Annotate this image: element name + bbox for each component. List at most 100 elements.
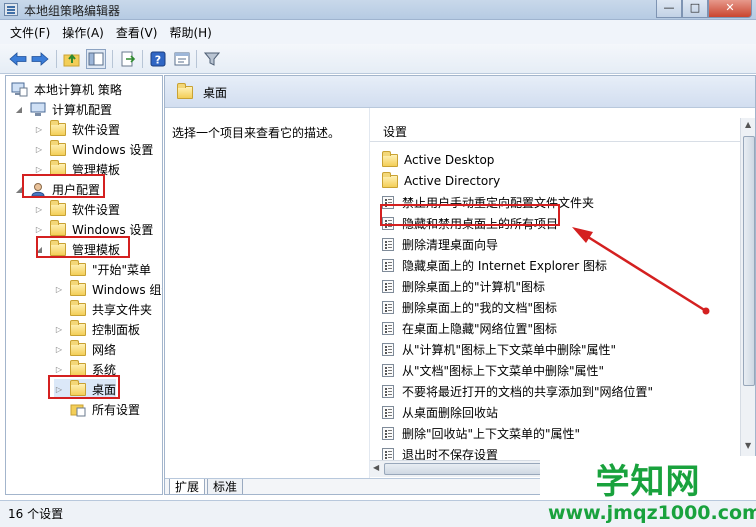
- maximize-button[interactable]: □: [682, 0, 708, 18]
- toolbar-separator: [112, 50, 113, 68]
- policy-item[interactable]: 删除清理桌面向导: [382, 234, 498, 254]
- export-list-icon: [121, 51, 136, 67]
- minimize-button[interactable]: —: [656, 0, 682, 18]
- folder-icon: [50, 119, 66, 136]
- highlight-box-desktop: [48, 375, 120, 399]
- help-button[interactable]: ?: [148, 49, 168, 69]
- filter-button[interactable]: [202, 49, 222, 69]
- tree-item-computer-config[interactable]: ◢ 计算机配置: [14, 99, 112, 119]
- policy-item[interactable]: 不要将最近打开的文档的共享添加到"网络位置": [382, 381, 653, 401]
- tree-label: 软件设置: [72, 122, 121, 137]
- policy-item[interactable]: 从"文档"图标上下文菜单中删除"属性": [382, 360, 604, 380]
- tree-item-control-panel[interactable]: ▷ 控制面板: [54, 319, 140, 339]
- folder-icon: [50, 139, 66, 156]
- policy-item[interactable]: 删除"回收站"上下文菜单的"属性": [382, 423, 580, 443]
- forward-arrow-icon: [31, 52, 49, 66]
- folder-icon: [70, 299, 86, 316]
- expand-arrow-icon[interactable]: ▷: [34, 224, 44, 234]
- tab-standard[interactable]: 标准: [207, 479, 244, 494]
- scroll-thumb[interactable]: [743, 136, 755, 386]
- policy-label: 删除桌面上的"计算机"图标: [402, 279, 546, 294]
- properties-icon: [174, 52, 190, 66]
- tree-item-windows-components[interactable]: ▷ Windows 组件: [54, 279, 162, 299]
- menu-help[interactable]: 帮助(H): [169, 24, 211, 41]
- tree-item-cc-software[interactable]: ▷ 软件设置: [34, 119, 120, 139]
- properties-button[interactable]: [172, 49, 192, 69]
- policy-label: 从"文档"图标上下文菜单中删除"属性": [402, 363, 605, 378]
- policy-setting-icon: [382, 363, 394, 377]
- toolbar-separator: [196, 50, 197, 68]
- settings-folder-item[interactable]: Active Desktop: [382, 150, 494, 170]
- watermark-text: 学知网: [595, 461, 701, 502]
- menu-file[interactable]: 文件(F): [10, 24, 50, 41]
- scroll-down-icon[interactable]: ▼: [745, 441, 751, 450]
- help-icon: ?: [150, 51, 166, 67]
- policy-item[interactable]: 在桌面上隐藏"网络位置"图标: [382, 318, 557, 338]
- tree-label: 所有设置: [92, 402, 141, 417]
- menu-action[interactable]: 操作(A): [62, 24, 104, 41]
- policy-setting-icon: [382, 300, 394, 314]
- expand-arrow-icon[interactable]: ▷: [54, 284, 64, 294]
- policy-item[interactable]: 从桌面删除回收站: [382, 402, 498, 422]
- menu-view[interactable]: 查看(V): [116, 24, 158, 41]
- description-area: 选择一个项目来查看它的描述。: [165, 108, 369, 478]
- svg-text:?: ?: [155, 54, 161, 67]
- scroll-up-icon[interactable]: ▲: [745, 120, 751, 129]
- back-arrow-icon: [9, 52, 27, 66]
- details-title: 桌面: [203, 86, 228, 100]
- tree-item-shared-folders[interactable]: 共享文件夹: [54, 299, 152, 319]
- policy-item[interactable]: 删除桌面上的"我的文档"图标: [382, 297, 557, 317]
- window-controls: — □ ✕: [656, 0, 752, 18]
- policy-item[interactable]: 从"计算机"图标上下文菜单中删除"属性": [382, 339, 616, 359]
- expand-arrow-icon[interactable]: ▷: [54, 344, 64, 354]
- policy-editor-app-icon: [4, 3, 18, 16]
- back-button[interactable]: [8, 49, 28, 69]
- highlight-box-admin-templates: [36, 236, 130, 258]
- tree-label: 控制面板: [92, 322, 141, 337]
- vertical-scrollbar[interactable]: ▲ ▼: [740, 118, 755, 468]
- tree-item-root[interactable]: 本地计算机 策略: [10, 79, 122, 99]
- show-hide-tree-button[interactable]: [86, 49, 106, 69]
- window-title: 本地组策略编辑器: [24, 4, 121, 18]
- toolbar-separator: [142, 50, 143, 68]
- settings-folder-item[interactable]: Active Directory: [382, 171, 500, 191]
- expand-arrow-icon[interactable]: ▷: [34, 204, 44, 214]
- folder-icon: [50, 219, 66, 236]
- expand-arrow-icon[interactable]: ▷: [54, 324, 64, 334]
- policy-setting-icon: [382, 405, 394, 419]
- folder-icon: [70, 319, 86, 336]
- tree-item-network[interactable]: ▷ 网络: [54, 339, 116, 359]
- scroll-left-icon[interactable]: ◀: [373, 463, 379, 472]
- expand-arrow-icon[interactable]: ▷: [34, 144, 44, 154]
- tree-item-cc-windows[interactable]: ▷ Windows 设置: [34, 139, 153, 159]
- tree-item-start-menu[interactable]: "开始"菜单: [54, 259, 151, 279]
- policy-setting-icon: [382, 426, 394, 440]
- expand-arrow-icon[interactable]: ▷: [34, 164, 44, 174]
- tree-item-uc-software[interactable]: ▷ 软件设置: [34, 199, 120, 219]
- tree-item-all-settings[interactable]: 所有设置: [54, 399, 140, 419]
- forward-button[interactable]: [30, 49, 50, 69]
- expand-arrow-icon[interactable]: ▷: [54, 364, 64, 374]
- export-list-button[interactable]: [118, 49, 138, 69]
- folder-icon: [50, 199, 66, 216]
- tree-label: 共享文件夹: [92, 302, 153, 317]
- status-text: 16 个设置: [8, 507, 64, 521]
- highlight-box-user-config: [22, 174, 105, 198]
- column-header-settings[interactable]: 设置: [370, 118, 740, 142]
- policy-setting-icon: [382, 342, 394, 356]
- policy-item[interactable]: 删除桌面上的"计算机"图标: [382, 276, 545, 296]
- details-header: 桌面: [165, 76, 755, 108]
- policy-item[interactable]: 隐藏桌面上的 Internet Explorer 图标: [382, 255, 607, 275]
- policy-label: 不要将最近打开的文档的共享添加到"网络位置": [402, 384, 654, 399]
- tree-label: 软件设置: [72, 202, 121, 217]
- folder-icon: [382, 171, 398, 188]
- up-level-button[interactable]: [62, 49, 82, 69]
- policy-label: 删除清理桌面向导: [402, 237, 499, 252]
- policy-setting-icon: [382, 237, 394, 251]
- tab-extended[interactable]: 扩展: [169, 479, 206, 494]
- expand-arrow-icon[interactable]: ▷: [34, 124, 44, 134]
- description-text: 选择一个项目来查看它的描述。: [172, 126, 341, 140]
- close-button[interactable]: ✕: [708, 0, 752, 18]
- policy-label: 隐藏桌面上的 Internet Explorer 图标: [402, 258, 608, 273]
- collapse-arrow-icon[interactable]: ◢: [14, 104, 24, 114]
